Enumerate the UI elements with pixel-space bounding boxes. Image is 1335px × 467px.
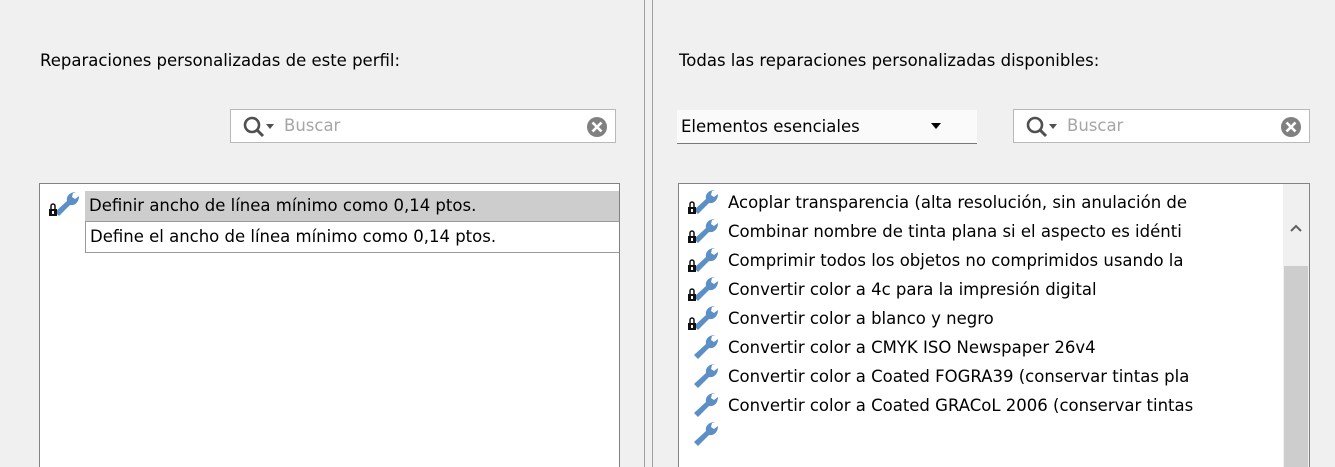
right-search-input[interactable]: Buscar [1013, 109, 1310, 143]
right-heading: Todas las reparaciones personalizadas di… [679, 51, 1100, 70]
search-icon[interactable] [243, 116, 279, 138]
search-placeholder: Buscar [284, 116, 341, 135]
wrench-lock-icon [688, 190, 718, 214]
clear-icon[interactable] [1280, 116, 1302, 138]
list-item[interactable]: Convertir color a Coated FOGRA39 (conser… [679, 363, 1283, 392]
left-heading: Reparaciones personalizadas de este perf… [40, 51, 401, 70]
wrench-lock-icon [688, 306, 718, 330]
list-item[interactable]: Convertir color a CMYK ISO Newspaper 26v… [679, 334, 1283, 363]
list-item-label: Convertir color a CMYK ISO Newspaper 26v… [728, 338, 1096, 357]
vertical-scrollbar[interactable] [1283, 184, 1309, 467]
wrench-icon [694, 393, 718, 417]
category-select-value: Elementos esenciales [681, 117, 860, 136]
left-search-input[interactable]: Buscar [230, 109, 616, 143]
chevron-down-icon [931, 123, 941, 129]
list-item[interactable]: Combinar nombre de tinta plana si el asp… [679, 218, 1283, 247]
list-item-label: Comprimir todos los objetos no comprimid… [728, 251, 1184, 270]
fixup-description: Define el ancho de línea mínimo como 0,1… [85, 221, 619, 253]
list-item[interactable]: Convertir color a Coated GRACoL 2006 (co… [679, 392, 1283, 421]
list-item-label: Combinar nombre de tinta plana si el asp… [728, 222, 1182, 241]
clear-icon[interactable] [586, 116, 608, 138]
list-item-label: Convertir color a Coated GRACoL 2006 (co… [728, 396, 1194, 415]
search-placeholder: Buscar [1067, 116, 1124, 135]
list-item[interactable]: Acoplar transparencia (alta resolución, … [679, 189, 1283, 218]
list-item-label: Convertir color a Coated FOGRA39 (conser… [728, 367, 1190, 386]
scroll-up-button[interactable] [1283, 184, 1309, 266]
wrench-lock-icon [49, 192, 79, 216]
splitter-line-left[interactable] [644, 0, 645, 467]
category-select[interactable]: Elementos esenciales [677, 110, 977, 144]
list-item[interactable]: Comprimir todos los objetos no comprimid… [679, 247, 1283, 276]
list-item[interactable]: Convertir color a blanco y negro [679, 305, 1283, 334]
list-item-label: Convertir color a 4c para la impresión d… [728, 280, 1097, 299]
description-text: Define el ancho de línea mínimo como 0,1… [90, 227, 497, 246]
list-item-label: Convertir color a blanco y negro [728, 309, 994, 328]
wrench-icon [694, 335, 718, 359]
available-fixups-list[interactable]: Acoplar transparencia (alta resolución, … [678, 183, 1310, 467]
list-item[interactable]: Definir ancho de línea mínimo como 0,14 … [40, 191, 619, 221]
list-item-label: Definir ancho de línea mínimo como 0,14 … [89, 196, 477, 215]
wrench-lock-icon [688, 248, 718, 272]
wrench-icon [694, 364, 718, 388]
profile-fixups-list[interactable]: Definir ancho de línea mínimo como 0,14 … [39, 183, 620, 467]
splitter-line-right[interactable] [652, 0, 653, 467]
scrollbar-thumb[interactable] [1284, 266, 1308, 467]
wrench-lock-icon [688, 219, 718, 243]
list-item[interactable]: Convertir color a 4c para la impresión d… [679, 276, 1283, 305]
wrench-icon [694, 422, 718, 446]
list-item-label: Acoplar transparencia (alta resolución, … [728, 193, 1188, 212]
search-icon[interactable] [1026, 116, 1062, 138]
chevron-up-icon [1290, 224, 1302, 232]
wrench-lock-icon [688, 277, 718, 301]
list-item-partial[interactable] [679, 421, 1283, 450]
